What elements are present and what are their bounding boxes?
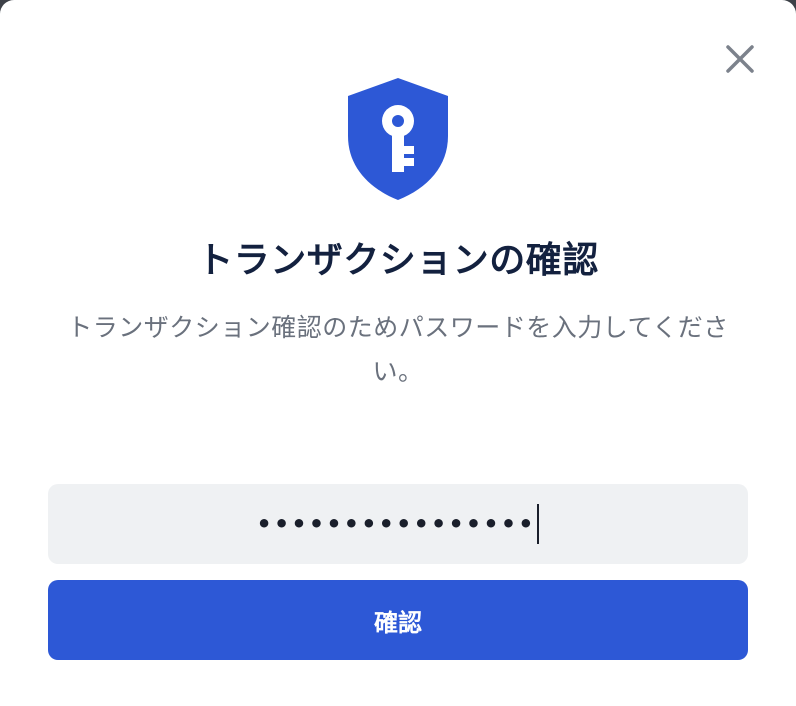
close-icon — [726, 45, 754, 73]
password-masked-value: •••••••••••••••• — [256, 510, 537, 538]
dialog-description: トランザクション確認のためパスワードを入力してください。 — [67, 313, 729, 386]
confirm-button[interactable]: 確認 — [48, 580, 748, 660]
close-button[interactable] — [719, 38, 761, 80]
password-input[interactable]: •••••••••••••••• — [48, 484, 748, 564]
dialog-title: トランザクションの確認 — [197, 240, 599, 281]
text-caret — [537, 504, 540, 544]
transaction-confirm-dialog: トランザクションの確認 トランザクション確認のためパスワードを入力してください。… — [0, 0, 796, 706]
shield-key-icon — [348, 78, 448, 200]
